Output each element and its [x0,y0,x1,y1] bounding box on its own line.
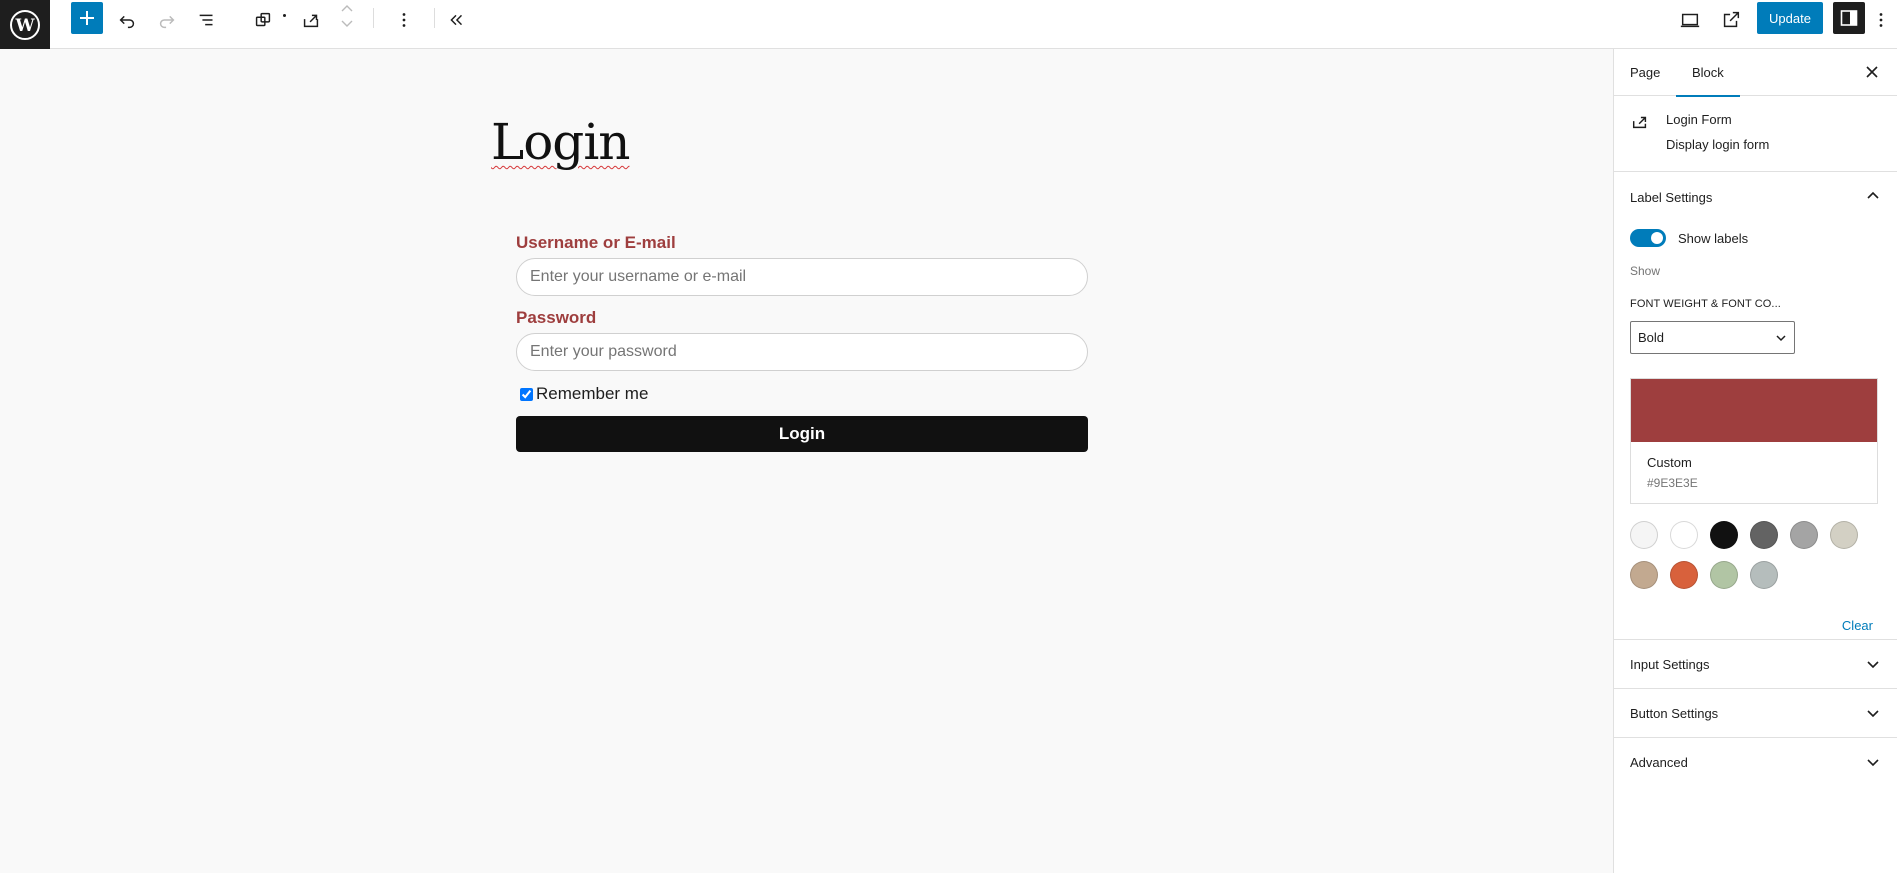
show-labels-help: Show [1630,264,1661,278]
password-label: Password [516,308,597,327]
chevron-up-icon [1867,191,1879,199]
desktop-preview-icon [1680,13,1700,28]
remember-me-row: Remember me [516,384,1088,404]
username-label: Username or E-mail [516,233,676,252]
editor-toolbar: W Update [0,0,1897,49]
color-name: Custom [1647,455,1692,470]
advanced-title: Advanced [1630,754,1688,770]
chevron-down-icon[interactable] [337,16,357,30]
external-link-icon [1723,11,1740,28]
more-vertical-icon [1879,13,1883,27]
palette-swatch[interactable] [1750,561,1778,589]
undo-icon [119,15,135,29]
redo-icon [159,15,175,29]
remember-me-label: Remember me [536,384,649,403]
toolbar-divider [373,8,374,28]
current-color-swatch[interactable] [1631,379,1877,442]
chevron-down-icon [1867,710,1879,718]
palette-swatch[interactable] [1630,561,1658,589]
svg-text:W: W [14,16,35,36]
chevron-up-icon[interactable] [337,2,357,16]
label-settings-title: Label Settings [1630,189,1713,205]
share-button[interactable] [291,4,331,36]
toolbar-divider [434,8,435,28]
tab-block[interactable]: Block [1676,49,1740,97]
button-settings-title: Button Settings [1630,705,1719,721]
input-settings-panel[interactable]: Input Settings [1614,640,1897,689]
chevron-down-icon [1776,335,1786,342]
show-labels-label: Show labels [1678,230,1749,246]
button-settings-header[interactable]: Button Settings [1614,689,1897,737]
options-menu-button[interactable] [1865,4,1897,36]
wordpress-logo-icon[interactable]: W [0,0,50,49]
palette-swatch[interactable] [1670,521,1698,549]
more-vertical-icon [402,13,406,27]
page-title[interactable]: Login [491,113,631,171]
chevron-down-icon [1867,759,1879,767]
share-icon [303,14,319,28]
palette-swatch[interactable] [1670,561,1698,589]
remember-me-checkbox[interactable] [520,387,533,401]
color-picker-card[interactable]: Custom #9E3E3E [1630,378,1878,504]
advanced-panel[interactable]: Advanced [1614,738,1897,787]
label-settings-panel: Label Settings Show labels Show FONT WEI… [1614,172,1897,640]
separator-dot [283,14,286,17]
block-card: Login Form Display login form [1614,96,1897,172]
password-input[interactable] [516,333,1088,371]
font-weight-select[interactable]: Bold [1630,321,1795,354]
show-labels-row: Show labels [1630,229,1748,247]
more-options-button[interactable] [384,4,424,36]
palette-swatch[interactable] [1750,521,1778,549]
list-view-icon [199,14,213,26]
color-hex: #9E3E3E [1647,476,1698,490]
font-weight-value: Bold [1638,330,1665,345]
block-name: Login Form [1666,112,1732,127]
block-description: Display login form [1666,137,1770,152]
redo-button[interactable] [147,4,187,36]
palette-swatch[interactable] [1710,561,1738,589]
clear-color-button[interactable]: Clear [1842,618,1873,633]
login-button[interactable]: Login [516,416,1088,452]
settings-sidebar-toggle[interactable] [1833,2,1865,34]
preview-device-button[interactable] [1670,4,1710,36]
list-view-button[interactable] [187,4,227,36]
button-settings-panel[interactable]: Button Settings [1614,689,1897,738]
palette-swatch[interactable] [1710,521,1738,549]
view-page-button[interactable] [1711,4,1751,36]
input-settings-title: Input Settings [1630,656,1710,672]
collapse-toolbar-button[interactable] [436,4,476,36]
advanced-header[interactable]: Advanced [1614,738,1897,786]
sidebar-toggle-icon [1840,10,1858,26]
show-labels-toggle[interactable] [1630,229,1666,247]
editor-canvas[interactable]: Login Username or E-mail Password Rememb… [0,49,1613,873]
block-pattern-icon [255,12,271,27]
undo-button[interactable] [107,4,147,36]
block-mover[interactable] [337,2,357,32]
username-input[interactable] [516,258,1088,296]
close-sidebar-button[interactable] [1861,61,1883,83]
chevron-down-icon [1867,661,1879,669]
login-form-icon [1632,116,1647,129]
update-button[interactable]: Update [1757,2,1823,34]
input-settings-header[interactable]: Input Settings [1614,640,1897,688]
close-icon [1866,66,1878,78]
sidebar-tabs: Page Block [1614,49,1897,97]
font-weight-label: FONT WEIGHT & FONT CO... [1630,298,1781,310]
settings-sidebar: Page Block Login Form Display login form… [1613,49,1897,873]
tab-page[interactable]: Page [1614,49,1676,96]
plus-icon [80,11,94,25]
login-form-block[interactable]: Username or E-mail Password Remember me … [516,233,1088,452]
palette-swatch[interactable] [1830,521,1858,549]
label-settings-header[interactable]: Label Settings [1614,172,1897,222]
block-pattern-button[interactable] [243,4,283,36]
palette-swatch[interactable] [1790,521,1818,549]
add-block-button[interactable] [71,2,103,34]
collapse-icon [450,14,463,26]
palette-swatch[interactable] [1630,521,1658,549]
